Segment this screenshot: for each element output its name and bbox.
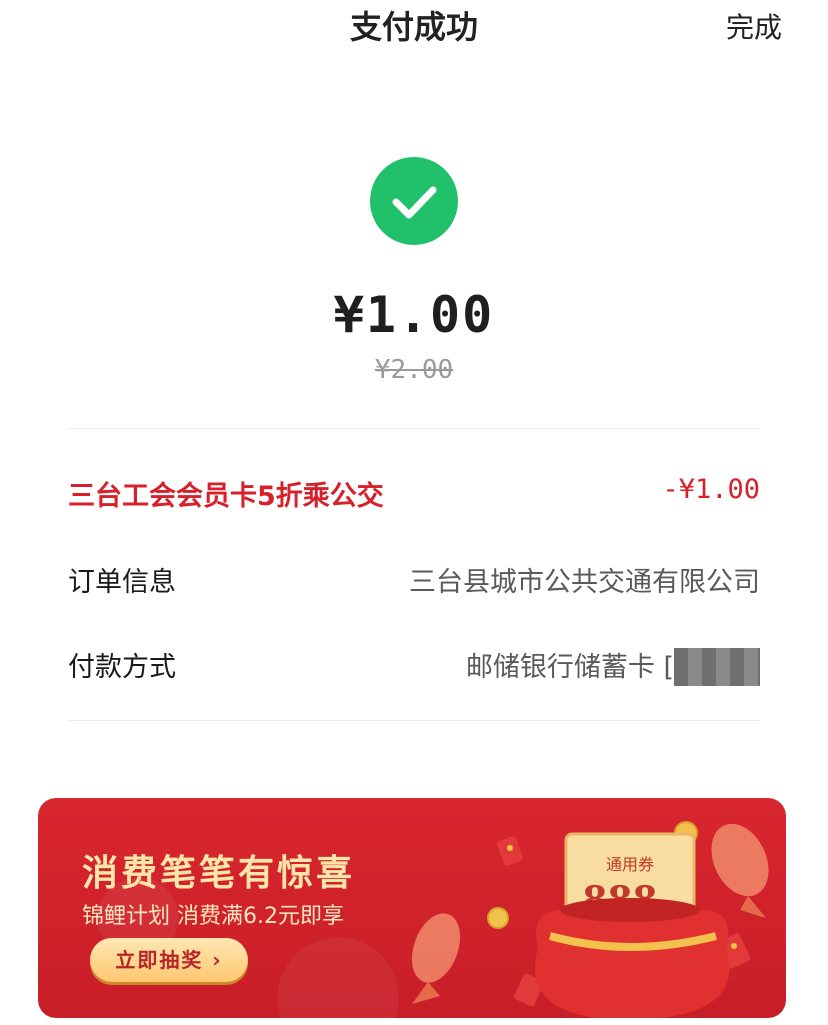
divider — [68, 428, 760, 429]
paid-amount: ¥1.00 — [333, 286, 495, 344]
payment-method-value: 邮储银行储蓄卡 [ — [466, 645, 760, 686]
original-amount: ¥2.00 — [374, 355, 454, 385]
lucky-bag-icon — [534, 898, 730, 1018]
banner-subtitle: 锦鲤计划 消费满6.2元即享 — [82, 904, 344, 929]
divider — [68, 720, 760, 721]
payment-method-text: 邮储银行储蓄卡 [ — [465, 652, 674, 683]
check-circle-icon — [370, 157, 458, 245]
done-button[interactable]: 完成 — [726, 6, 782, 46]
discount-row: 三台工会会员卡5折乘公交 -¥1.00 — [68, 466, 760, 516]
order-info-label: 订单信息 — [68, 567, 176, 598]
koi-fish-icon — [411, 913, 461, 1004]
lucky-bag-illustration: 通用券 888 元 — [411, 821, 769, 1018]
red-envelope-icon — [497, 836, 523, 866]
payment-method-row: 付款方式 邮储银行储蓄卡 [ — [68, 637, 760, 687]
koi-fish-icon — [711, 823, 769, 918]
page-title: 支付成功 — [349, 8, 478, 46]
coin-icon — [487, 907, 509, 929]
promo-banner[interactable]: 消费笔笔有惊喜 锦鲤计划 消费满6.2元即享 立即抽奖 › 通用券 888 元 — [38, 798, 786, 1018]
order-info-row: 订单信息 三台县城市公共交通有限公司 — [68, 552, 760, 602]
masked-card-number — [674, 648, 760, 686]
lottery-button[interactable]: 立即抽奖 › — [90, 938, 248, 982]
discount-label: 三台工会会员卡5折乘公交 — [68, 481, 384, 512]
payment-method-label: 付款方式 — [68, 652, 176, 683]
order-info-value: 三台县城市公共交通有限公司 — [409, 567, 760, 598]
coupon-label: 通用券 — [606, 855, 654, 874]
banner-title: 消费笔笔有惊喜 — [82, 852, 356, 894]
discount-value: -¥1.00 — [662, 474, 760, 505]
